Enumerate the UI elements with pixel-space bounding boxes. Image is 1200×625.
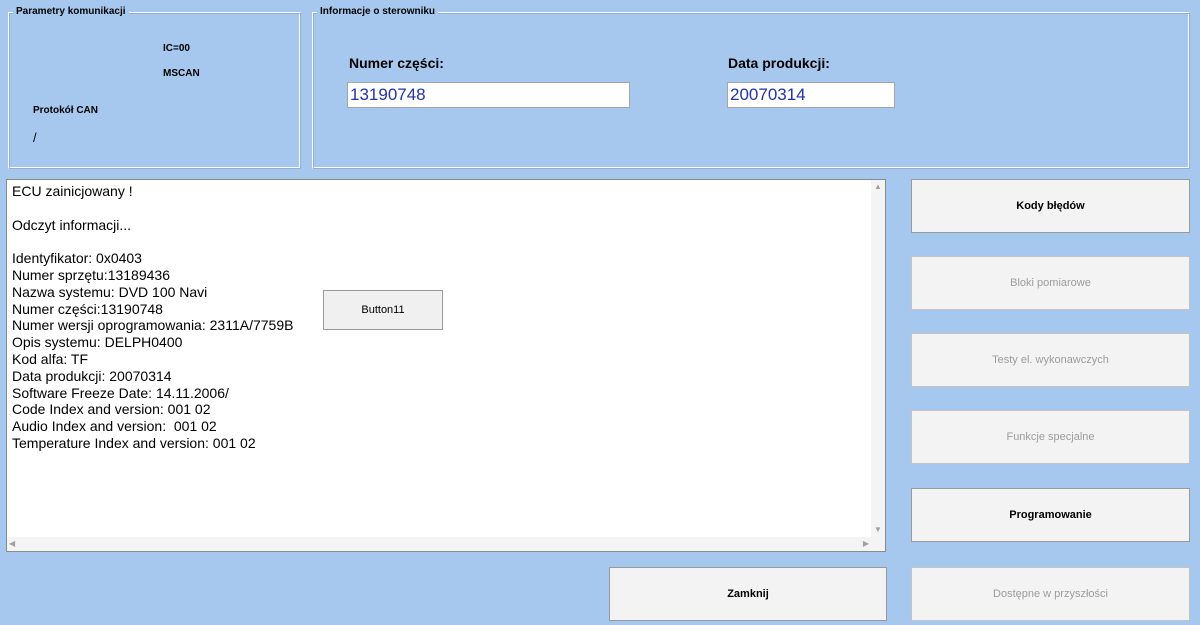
special-functions-button[interactable]: Funkcje specjalne (911, 410, 1190, 464)
production-date-label: Data produkcji: (728, 55, 830, 71)
log-textarea[interactable]: ECU zainicjowany ! Odczyt informacji... … (6, 179, 886, 552)
close-button[interactable]: Zamknij (609, 567, 887, 621)
bus-label: MSCAN (163, 68, 200, 79)
actuator-tests-button[interactable]: Testy el. wykonawczych (911, 333, 1190, 387)
scroll-up-icon[interactable]: ▲ (874, 182, 882, 192)
scrollbar-corner (871, 537, 885, 551)
part-number-field[interactable]: 13190748 (347, 82, 630, 108)
ic-label: IC=00 (163, 43, 190, 54)
programming-button[interactable]: Programowanie (911, 488, 1190, 542)
controller-info-title: Informacje o sterowniku (317, 6, 439, 17)
button11[interactable]: Button11 (323, 290, 443, 330)
vertical-scrollbar[interactable]: ▲ ▼ (871, 180, 885, 537)
part-number-label: Numer części: (349, 55, 444, 71)
production-date-field[interactable]: 20070314 (727, 82, 895, 108)
error-codes-button[interactable]: Kody błędów (911, 179, 1190, 233)
measure-blocks-button[interactable]: Bloki pomiarowe (911, 256, 1190, 310)
scroll-right-icon[interactable]: ▶ (863, 539, 869, 549)
scroll-down-icon[interactable]: ▼ (874, 525, 882, 535)
protocol-label: Protokół CAN (33, 105, 98, 116)
log-text: ECU zainicjowany ! Odczyt informacji... … (12, 183, 294, 451)
future-button[interactable]: Dostępne w przyszłości (911, 567, 1190, 621)
comm-params-group: Parametry komunikacji (8, 6, 301, 169)
protocol-value: / (33, 130, 37, 145)
comm-params-title: Parametry komunikacji (13, 6, 129, 17)
scroll-left-icon[interactable]: ◀ (9, 539, 15, 549)
horizontal-scrollbar[interactable]: ◀ ▶ (7, 537, 871, 551)
